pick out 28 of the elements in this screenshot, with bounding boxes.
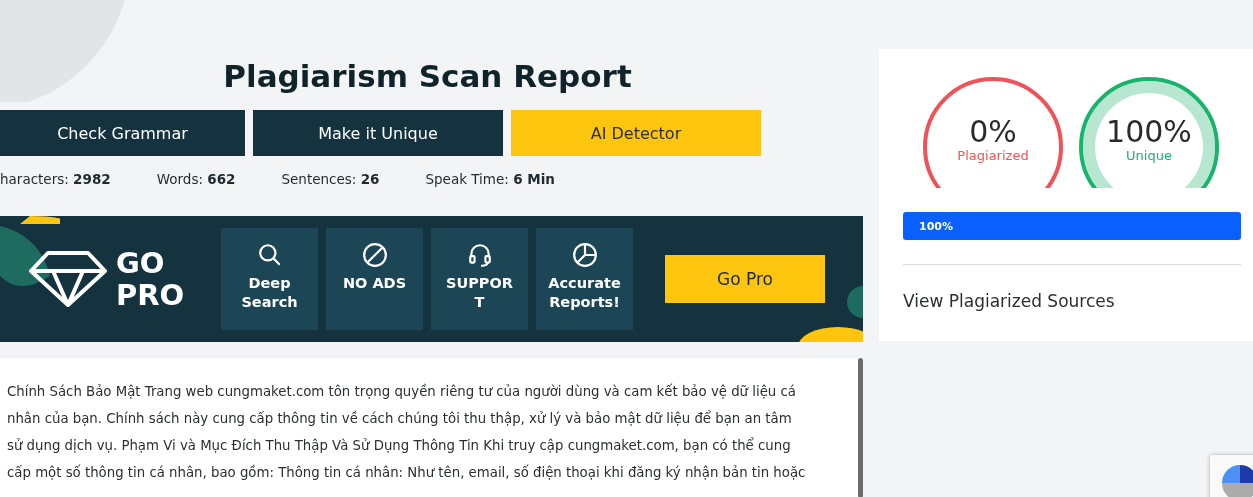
progress-reading: 100% <box>919 219 953 233</box>
stat-text: haracters: 2982 <box>0 171 111 189</box>
diamond-icon <box>28 250 108 308</box>
recaptcha-icon <box>1220 463 1253 497</box>
feature-label: NO ADS <box>341 274 408 293</box>
score-value: 100% <box>1106 116 1192 148</box>
score-label: Unique <box>1126 148 1172 163</box>
page-title: Plagiarism Scan Report <box>222 57 633 96</box>
sources-link[interactable]: View Plagiarized Sources <box>903 291 1241 311</box>
feature-label: Accurate Reports! <box>547 274 622 312</box>
stat-text: Words: 662 <box>156 171 236 189</box>
search-icon <box>256 242 283 268</box>
feature-label: SUPPOR T <box>445 274 514 312</box>
headset-icon <box>466 242 493 268</box>
score-label: Plagiarized <box>957 148 1029 163</box>
go-pro-button[interactable]: Go Pro <box>665 255 825 303</box>
blocked-icon <box>361 242 388 268</box>
logo-text: GO PRO <box>116 247 185 311</box>
stat-text: Speak Time: 6 Min <box>425 171 555 189</box>
action-button[interactable]: AI Detector <box>511 110 761 156</box>
content-paragraph: Chính Sách Bảo Mật Trang web cungmaket.com tôn trọng quyền riêng tư của người dùng và cam kết bảo vệ dữ liệu cá nhân của bạn. Chính sách này cung cấp thông tin về cách chúng tôi thu thập, xử lý và bảo mật dữ liệu để bạn an tâm sử dụng dịch vụ. Phạm Vi và Mục Đích Thu Thập Và Sử Dụng Thông Tin Khi truy cập cungmaket.com, bạn có thể cung cấp một số thông tin cá nhân, bao gồm: Thông tin cá nhân: Như tên, email, số điện thoại khi đăng ký nhận bản tin hoặc <box>7 382 807 482</box>
feature-label: Deep Search <box>240 274 299 312</box>
pie-chart-icon <box>571 242 598 268</box>
stat-text: Sentences: 26 <box>281 171 380 189</box>
score-value: 0% <box>969 116 1017 148</box>
action-button[interactable]: Check Grammar <box>0 110 245 156</box>
action-button[interactable]: Make it Unique <box>253 110 503 156</box>
scrollbar[interactable] <box>858 358 863 497</box>
